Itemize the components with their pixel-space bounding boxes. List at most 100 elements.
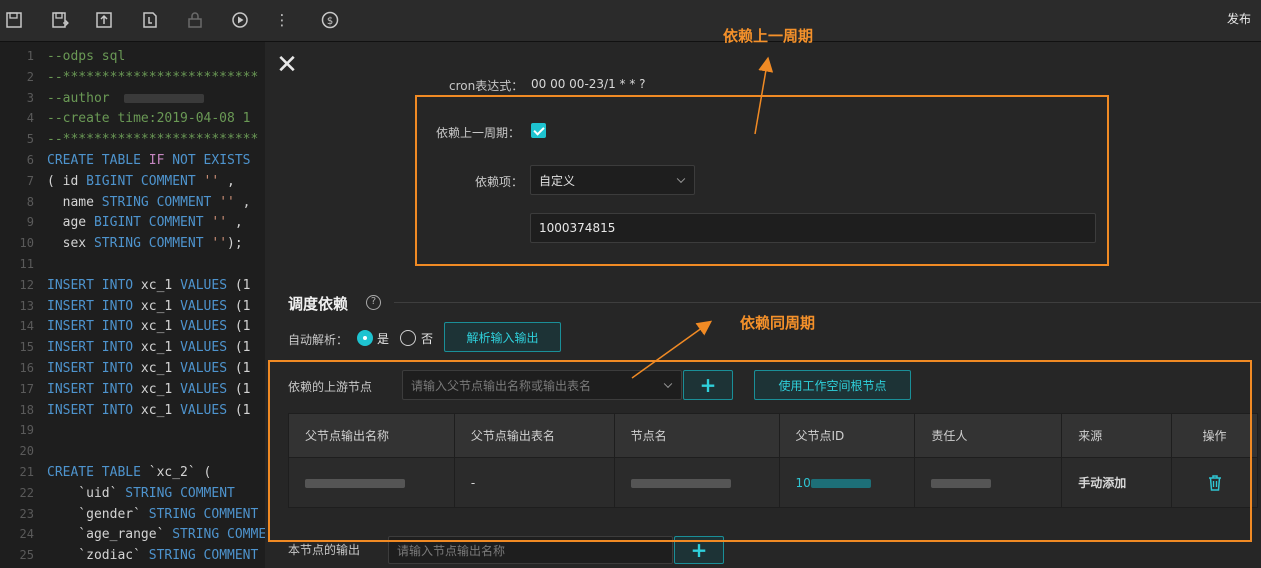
code-line[interactable]: 10 sex STRING COMMENT ''); (0, 233, 243, 254)
code-token: STRING COMMENT (101, 194, 212, 210)
code-line[interactable]: 15 INSERT INTO xc_1 VALUES (1 (0, 337, 251, 358)
line-number: 18 (19, 402, 34, 417)
line-number: 8 (26, 194, 34, 209)
code-token: NOT EXISTS (164, 153, 251, 168)
node-output-label: 本节点的输出 (288, 543, 361, 557)
code-token: , (227, 215, 243, 231)
code-token: --************************* (47, 69, 259, 85)
line-number: 1 (26, 49, 34, 63)
line-number: 24 (19, 527, 34, 542)
annotation-same-cycle-label: 依赖同周期 (740, 314, 816, 332)
code-line[interactable]: 12 INSERT INTO xc_1 VALUES (1 (0, 275, 251, 296)
steal-lock-icon[interactable] (140, 10, 160, 30)
code-token: '' (203, 236, 228, 252)
redacted-text (123, 93, 204, 103)
code-token: name (47, 194, 102, 210)
code-token: (1 (227, 381, 251, 397)
code-token: (1 (227, 340, 251, 356)
parse-io-button[interactable]: 解析输入输出 (444, 322, 561, 352)
code-line[interactable]: 3 --author (0, 88, 204, 109)
code-token: ( id (47, 173, 87, 189)
code-token: VALUES (180, 298, 228, 314)
code-line[interactable]: 24 `age_range` STRING COMMENT (0, 524, 265, 545)
code-line[interactable]: 9 age BIGINT COMMENT '' , (0, 212, 243, 233)
auto-parse-label: 自动解析： (288, 333, 349, 347)
code-line[interactable]: 7 ( id BIGINT COMMENT '' , (0, 171, 235, 192)
line-number: 25 (19, 548, 34, 563)
code-token: CREATE TABLE (47, 153, 149, 168)
line-number: 5 (26, 132, 34, 147)
code-line[interactable]: 2 --************************* (0, 67, 259, 88)
auto-parse-yes-radio[interactable] (357, 330, 373, 346)
code-line[interactable]: 19 (0, 420, 47, 441)
code-token: STRING COMMENT (148, 548, 259, 564)
line-number: 4 (26, 111, 34, 126)
code-token: xc_1 (133, 361, 181, 376)
code-token: INSERT INTO (47, 381, 134, 397)
code-token: `gender` (47, 506, 149, 522)
code-token: , (234, 194, 251, 210)
code-line[interactable]: 4 --create time:2019-04-08 1 (0, 108, 251, 129)
code-line[interactable]: 11 (0, 254, 47, 275)
code-token: `zodiac` (47, 548, 149, 564)
code-line[interactable]: 6 CREATE TABLE IF NOT EXISTS (0, 150, 251, 171)
code-line[interactable]: 16 INSERT INTO xc_1 VALUES (1 (0, 358, 251, 379)
line-number: 16 (19, 361, 34, 375)
code-line[interactable]: 25 `zodiac` STRING COMMENT (0, 545, 259, 566)
code-token: --************************* (47, 132, 259, 148)
more-icon[interactable]: ⋮ (272, 10, 292, 30)
schedule-dependency-title: 调度依赖 (288, 295, 349, 313)
code-line[interactable]: 22 `uid` STRING COMMENT (0, 483, 235, 504)
annotation-prev-cycle-label: 依赖上一周期 (723, 27, 814, 45)
toolbar: ⋮ $ 发布 (0, 0, 1261, 42)
code-line[interactable]: 13 INSERT INTO xc_1 VALUES (1 (0, 296, 251, 317)
code-token: INSERT INTO (47, 319, 134, 335)
code-token: `age_range` (47, 527, 173, 543)
code-token: `xc_2` ( (140, 465, 212, 480)
code-token: CREATE TABLE (47, 465, 141, 480)
code-line[interactable]: 17 INSERT INTO xc_1 VALUES (1 (0, 379, 251, 400)
code-line[interactable]: 18 INSERT INTO xc_1 VALUES (1 (0, 400, 251, 421)
section-divider (394, 302, 1261, 303)
save-icon[interactable] (4, 10, 24, 30)
code-token: '' (211, 194, 235, 210)
code-token: STRING COMMENT (172, 527, 265, 543)
node-output-placeholder: 请输入节点输出名称 (397, 543, 506, 558)
code-line[interactable]: 23 `gender` STRING COMMENT (0, 504, 259, 525)
line-number: 17 (19, 381, 34, 396)
save-as-icon[interactable] (50, 10, 70, 30)
code-token: VALUES (180, 402, 228, 418)
code-token: `uid` (47, 485, 126, 501)
auto-parse-yes-label[interactable]: 是 (377, 330, 389, 347)
code-line[interactable]: 20 (0, 441, 47, 462)
code-editor[interactable]: 1 --odps sql 2 --************************* 3… (0, 42, 265, 568)
help-icon[interactable]: ? (366, 295, 381, 310)
run-icon[interactable] (230, 10, 250, 30)
code-line[interactable]: 21 CREATE TABLE `xc_2` ( (0, 462, 212, 483)
code-token: INSERT INTO (47, 277, 134, 293)
submit-icon[interactable] (94, 10, 114, 30)
line-number: 15 (19, 340, 34, 355)
code-token: xc_1 (133, 381, 181, 397)
code-token: '' (203, 215, 228, 231)
code-token: ); (227, 236, 243, 252)
code-token: --author (47, 90, 110, 106)
line-number: 2 (26, 69, 34, 84)
line-number: 19 (19, 423, 34, 438)
code-token: STRING COMMENT (125, 485, 235, 501)
code-line[interactable]: 5 --************************* (0, 129, 259, 150)
code-line[interactable]: 1 --odps sql (0, 46, 126, 67)
code-token: xc_1 (133, 277, 181, 293)
line-number: 20 (19, 444, 34, 459)
auto-parse-no-radio[interactable] (400, 330, 416, 346)
close-icon[interactable]: ✕ (274, 52, 300, 78)
line-number: 23 (19, 506, 34, 521)
publish-button[interactable]: 发布 (1227, 10, 1251, 27)
cost-icon[interactable]: $ (320, 10, 340, 30)
code-token: VALUES (180, 381, 228, 397)
auto-parse-no-label[interactable]: 否 (421, 330, 433, 347)
code-line[interactable]: 8 name STRING COMMENT '' , (0, 192, 251, 213)
code-token: VALUES (180, 340, 228, 356)
code-line[interactable]: 14 INSERT INTO xc_1 VALUES (1 (0, 316, 251, 337)
code-token: age (47, 215, 94, 231)
